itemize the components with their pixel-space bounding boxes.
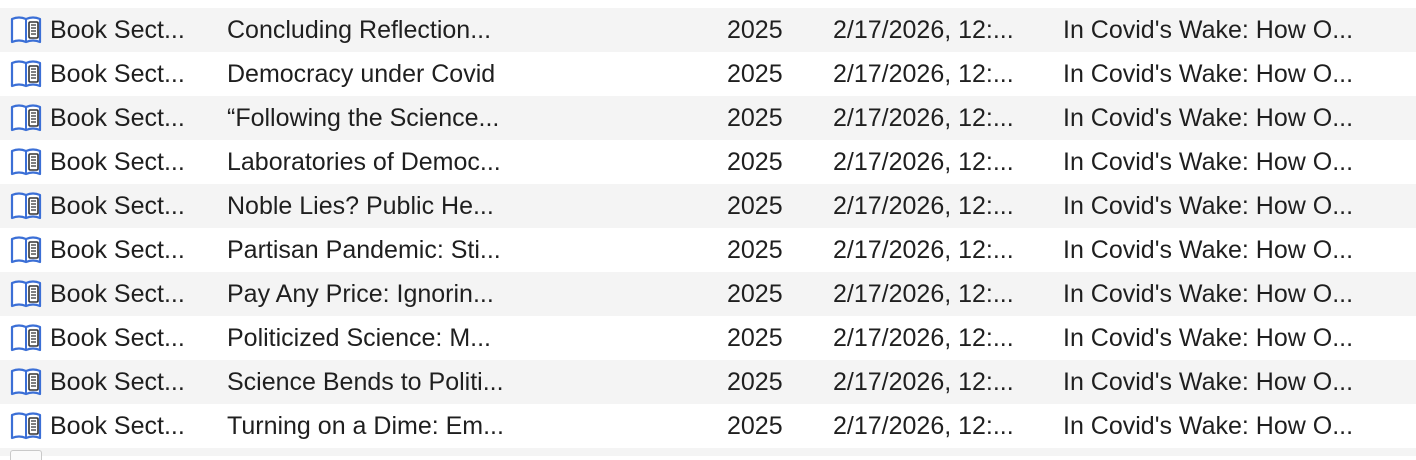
item-type-cell: Book Sect... (50, 192, 185, 220)
table-row[interactable]: Book Sect... Noble Lies? Public He... 2025… (0, 184, 1416, 228)
year-cell: 2025 (727, 324, 783, 352)
item-type-cell: Book Sect... (50, 412, 185, 440)
items-list[interactable]: Book Sect... Concluding Reflection... 2025… (0, 0, 1416, 460)
book-section-icon (10, 272, 42, 316)
table-row[interactable]: Book Sect... Democracy under Covid 2025 2/1… (0, 52, 1416, 96)
publication-cell: In Covid's Wake: How O... (1063, 412, 1354, 440)
next-row-icon-fragment (10, 450, 42, 460)
year-cell: 2025 (727, 368, 783, 396)
publication-cell: In Covid's Wake: How O... (1063, 60, 1354, 88)
book-section-icon (10, 140, 42, 184)
date-added-cell: 2/17/2026, 12:... (833, 148, 1014, 176)
title-cell: Science Bends to Politi... (227, 368, 504, 396)
title-cell: Democracy under Covid (227, 60, 496, 88)
publication-cell: In Covid's Wake: How O... (1063, 280, 1354, 308)
publication-cell: In Covid's Wake: How O... (1063, 104, 1354, 132)
book-section-icon (10, 184, 42, 228)
date-added-cell: 2/17/2026, 12:... (833, 368, 1014, 396)
table-row[interactable]: Book Sect... Laboratories of Democ... 2025… (0, 140, 1416, 184)
date-added-cell: 2/17/2026, 12:... (833, 324, 1014, 352)
book-section-icon (10, 360, 42, 404)
year-cell: 2025 (727, 16, 783, 44)
title-cell: Concluding Reflection... (227, 16, 492, 44)
publication-cell: In Covid's Wake: How O... (1063, 148, 1354, 176)
item-type-cell: Book Sect... (50, 324, 185, 352)
year-cell: 2025 (727, 412, 783, 440)
year-cell: 2025 (727, 104, 783, 132)
items-table: Book Sect... Concluding Reflection... 2025… (0, 8, 1416, 448)
book-section-icon (10, 228, 42, 272)
date-added-cell: 2/17/2026, 12:... (833, 60, 1014, 88)
date-added-cell: 2/17/2026, 12:... (833, 236, 1014, 264)
title-cell: Partisan Pandemic: Sti... (227, 236, 501, 264)
item-type-cell: Book Sect... (50, 104, 185, 132)
date-added-cell: 2/17/2026, 12:... (833, 104, 1014, 132)
date-added-cell: 2/17/2026, 12:... (833, 192, 1014, 220)
item-type-cell: Book Sect... (50, 148, 185, 176)
item-type-cell: Book Sect... (50, 60, 185, 88)
title-cell: Noble Lies? Public He... (227, 192, 494, 220)
date-added-cell: 2/17/2026, 12:... (833, 412, 1014, 440)
book-section-icon (10, 404, 42, 448)
table-row[interactable]: Book Sect... Pay Any Price: Ignorin... 202… (0, 272, 1416, 316)
publication-cell: In Covid's Wake: How O... (1063, 192, 1354, 220)
item-type-cell: Book Sect... (50, 280, 185, 308)
table-row[interactable]: Book Sect... Partisan Pandemic: Sti... 202… (0, 228, 1416, 272)
publication-cell: In Covid's Wake: How O... (1063, 324, 1354, 352)
year-cell: 2025 (727, 236, 783, 264)
book-section-icon (10, 96, 42, 140)
year-cell: 2025 (727, 148, 783, 176)
year-cell: 2025 (727, 280, 783, 308)
item-type-cell: Book Sect... (50, 368, 185, 396)
book-section-icon (10, 52, 42, 96)
date-added-cell: 2/17/2026, 12:... (833, 280, 1014, 308)
title-cell: Laboratories of Democ... (227, 148, 501, 176)
item-type-cell: Book Sect... (50, 236, 185, 264)
title-cell: Politicized Science: M... (227, 324, 491, 352)
previous-row-cutoff (0, 0, 1416, 8)
table-row[interactable]: Book Sect... Science Bends to Politi... 20… (0, 360, 1416, 404)
year-cell: 2025 (727, 60, 783, 88)
publication-cell: In Covid's Wake: How O... (1063, 16, 1354, 44)
table-row[interactable]: Book Sect... Turning on a Dime: Em... 2025… (0, 404, 1416, 448)
title-cell: Pay Any Price: Ignorin... (227, 280, 494, 308)
previous-row-ghost (0, 0, 1416, 8)
table-row[interactable]: Book Sect... Politicized Science: M... 202… (0, 316, 1416, 360)
publication-cell: In Covid's Wake: How O... (1063, 368, 1354, 396)
next-row-cutoff (0, 448, 1416, 460)
title-cell: Turning on a Dime: Em... (227, 412, 504, 440)
title-cell: “Following the Science... (227, 104, 500, 132)
book-section-icon (10, 316, 42, 360)
table-row[interactable]: Book Sect... “Following the Science... 202… (0, 96, 1416, 140)
book-section-icon (10, 8, 42, 52)
table-row[interactable]: Book Sect... Concluding Reflection... 2025… (0, 8, 1416, 52)
item-type-cell: Book Sect... (50, 16, 185, 44)
year-cell: 2025 (727, 192, 783, 220)
publication-cell: In Covid's Wake: How O... (1063, 236, 1354, 264)
date-added-cell: 2/17/2026, 12:... (833, 16, 1014, 44)
